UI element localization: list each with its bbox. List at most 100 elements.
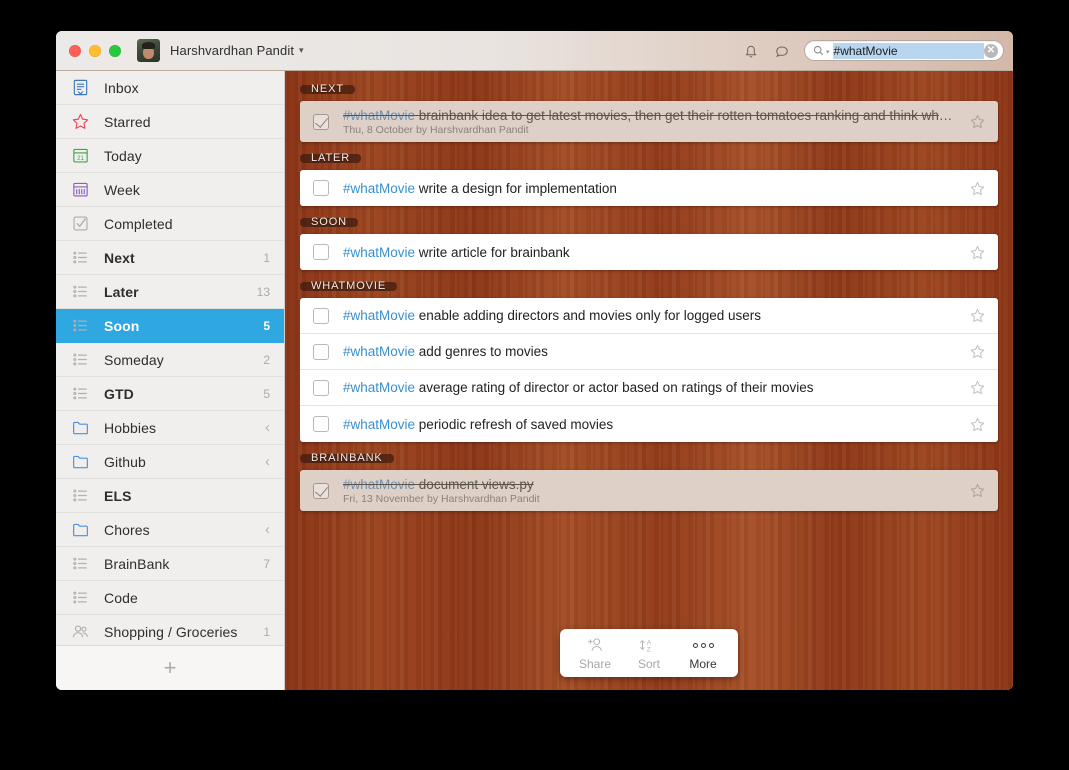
task-row[interactable]: #whatMovie add genres to movies [300, 334, 998, 370]
inbox-icon [73, 79, 88, 96]
sidebar-item-els[interactable]: ELS [56, 479, 284, 513]
task-row[interactable]: #whatMovie average rating of director or… [300, 370, 998, 406]
add-list-button[interactable]: + [56, 645, 284, 690]
sidebar-item-label: Today [104, 147, 142, 164]
favorite-star-icon[interactable] [969, 244, 986, 261]
sidebar-item-brainbank[interactable]: BrainBank 7 [56, 547, 284, 581]
chevron-left-icon[interactable]: ‹ [265, 522, 270, 537]
sidebar-item-today[interactable]: 21 Today [56, 139, 284, 173]
sidebar-item-someday[interactable]: Someday 2 [56, 343, 284, 377]
favorite-star-icon[interactable] [969, 180, 986, 197]
sidebar-item-label: Code [104, 589, 138, 606]
chat-bubble-icon[interactable] [773, 42, 791, 60]
avatar[interactable] [137, 39, 160, 62]
task-row[interactable]: #whatMovie brainbank idea to get latest … [300, 101, 998, 142]
bell-icon[interactable] [742, 42, 760, 60]
task-tag[interactable]: #whatMovie [343, 108, 415, 123]
sort-label: Sort [637, 657, 660, 671]
task-checkbox[interactable] [313, 343, 329, 360]
task-body: #whatMovie document views.py Fri, 13 Nove… [343, 477, 959, 505]
search-box[interactable]: ▾ #whatMovie ✕ [804, 40, 1004, 61]
share-button[interactable]: Share [568, 636, 622, 671]
share-label: Share [578, 657, 612, 671]
svg-text:Z: Z [647, 647, 651, 654]
task-title: #whatMovie periodic refresh of saved mov… [343, 417, 959, 432]
task-checkbox[interactable] [313, 416, 329, 432]
maximize-button[interactable] [109, 44, 121, 57]
task-body: #whatMovie average rating of director or… [343, 380, 959, 395]
section-label: NEXT [300, 84, 355, 95]
search-dropdown-caret[interactable]: ▾ [826, 48, 830, 56]
favorite-star-icon[interactable] [969, 113, 986, 130]
task-row[interactable]: #whatMovie document views.py Fri, 13 Nove… [300, 470, 998, 511]
sidebar-item-later[interactable]: Later 13 [56, 275, 284, 309]
sidebar-item-week[interactable]: Week [56, 173, 284, 207]
favorite-star-icon[interactable] [969, 416, 986, 433]
close-button[interactable] [69, 44, 81, 57]
sidebar-list: Inbox Starred 21 Today Week Completed Next 1 Lat… [56, 71, 284, 645]
task-tag[interactable]: #whatMovie [343, 380, 415, 395]
sidebar-item-count: 5 [263, 318, 270, 333]
title-bar: Harshvardhan Pandit ▾ ▾ #whatMovie ✕ [56, 31, 1013, 71]
favorite-star-icon[interactable] [969, 307, 986, 324]
favorite-star-icon[interactable] [969, 343, 986, 360]
sidebar-item-code[interactable]: Code [56, 581, 284, 615]
favorite-star-icon[interactable] [969, 379, 986, 396]
task-row[interactable]: #whatMovie write a design for implementa… [300, 170, 998, 206]
sidebar-item-starred[interactable]: Starred [56, 105, 284, 139]
section-label-wrap: BRAINBANK [300, 453, 998, 470]
section-label-wrap: LATER [300, 153, 998, 170]
search-input[interactable]: #whatMovie [832, 42, 984, 59]
task-tag[interactable]: #whatMovie [343, 477, 415, 492]
sidebar-item-label: Week [104, 181, 140, 198]
favorite-star-icon[interactable] [969, 482, 986, 499]
list-icon [73, 319, 87, 332]
task-checkbox[interactable] [313, 244, 329, 260]
people-icon [72, 625, 88, 638]
task-checkbox[interactable] [313, 113, 329, 130]
task-tag[interactable]: #whatMovie [343, 417, 415, 432]
calendar-icon: 21 [73, 148, 88, 163]
task-checkbox[interactable] [313, 180, 329, 196]
star-icon [72, 113, 89, 129]
sidebar-item-next[interactable]: Next 1 [56, 241, 284, 275]
sidebar-item-gtd[interactable]: GTD 5 [56, 377, 284, 411]
window-controls [69, 44, 121, 57]
sidebar-item-soon[interactable]: Soon 5 [56, 309, 284, 343]
sidebar-item-count: 5 [263, 386, 270, 401]
task-tag[interactable]: #whatMovie [343, 344, 415, 359]
list-icon [73, 387, 87, 400]
chevron-left-icon[interactable]: ‹ [265, 454, 270, 469]
chevron-left-icon[interactable]: ‹ [265, 420, 270, 435]
section-label: BRAINBANK [300, 453, 394, 464]
task-row[interactable]: #whatMovie enable adding directors and m… [300, 298, 998, 334]
task-tag[interactable]: #whatMovie [343, 181, 415, 196]
sidebar-item-inbox[interactable]: Inbox [56, 71, 284, 105]
sidebar-item-hobbies[interactable]: Hobbies ‹ [56, 411, 284, 445]
sidebar-item-shopping-groceries[interactable]: Shopping / Groceries 1 [56, 615, 284, 645]
titlebar-actions: ▾ #whatMovie ✕ [742, 40, 1004, 61]
section-label-wrap: WHATMOVIE [300, 281, 998, 298]
task-section: BRAINBANK #whatMovie document views.py Fri… [300, 453, 998, 511]
sidebar-item-count: 1 [263, 250, 270, 265]
sidebar-item-github[interactable]: Github ‹ [56, 445, 284, 479]
sidebar-item-count: 7 [263, 556, 270, 571]
minimize-button[interactable] [89, 44, 101, 57]
task-tag[interactable]: #whatMovie [343, 245, 415, 260]
user-name[interactable]: Harshvardhan Pandit [170, 43, 294, 58]
chevron-down-icon[interactable]: ▾ [299, 45, 304, 56]
sort-button[interactable]: A Z Sort [622, 636, 676, 671]
task-checkbox[interactable] [313, 482, 329, 499]
task-meta: Fri, 13 November by Harshvardhan Pandit [343, 492, 540, 505]
task-checkbox[interactable] [313, 379, 329, 396]
clear-search-icon[interactable]: ✕ [984, 43, 998, 58]
task-checkbox[interactable] [313, 307, 329, 324]
more-button[interactable]: More [676, 636, 730, 671]
sidebar-item-completed[interactable]: Completed [56, 207, 284, 241]
sidebar-item-label: Completed [104, 215, 173, 232]
task-tag[interactable]: #whatMovie [343, 308, 415, 323]
task-section: SOON #whatMovie write article for brainba… [300, 217, 998, 270]
task-row[interactable]: #whatMovie write article for brainbank [300, 234, 998, 270]
sidebar-item-chores[interactable]: Chores ‹ [56, 513, 284, 547]
task-row[interactable]: #whatMovie periodic refresh of saved mov… [300, 406, 998, 442]
